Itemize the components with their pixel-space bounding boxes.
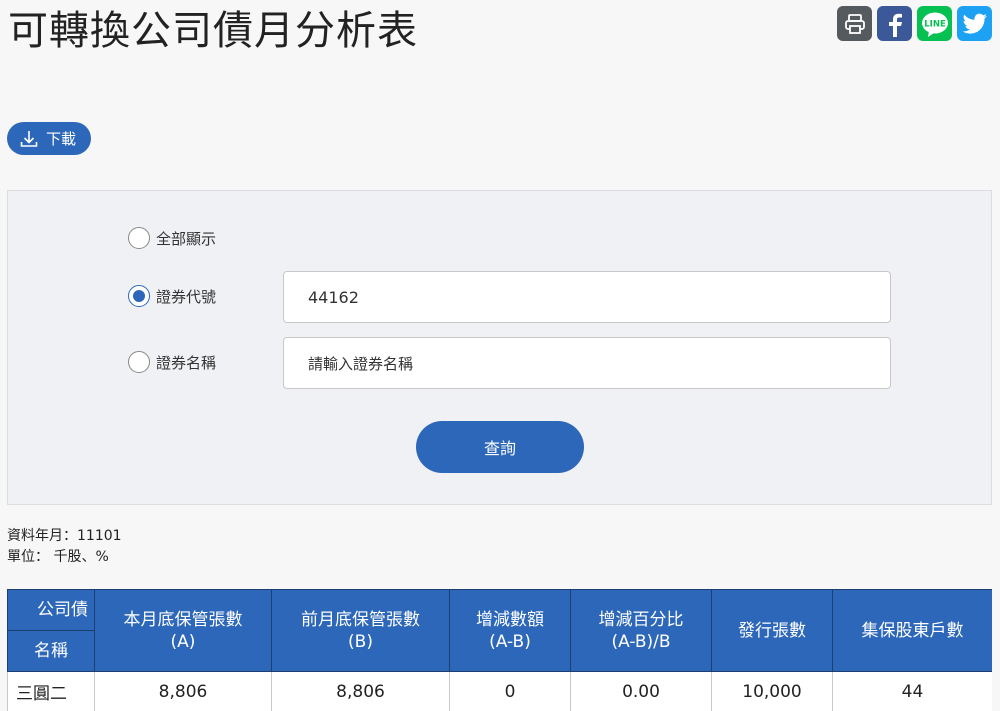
security-code-input[interactable] — [283, 271, 891, 323]
cell-holders: 44 — [832, 671, 992, 711]
facebook-icon — [888, 13, 902, 37]
radio-label: 證券名稱 — [156, 353, 217, 372]
header-previous-holdings: 前月底保管張數 (B) — [271, 589, 450, 672]
twitter-icon — [962, 13, 987, 34]
printer-icon — [844, 13, 865, 34]
header-name: 名稱 — [7, 630, 95, 672]
cell-previous: 8,806 — [271, 671, 450, 711]
radio-security-code[interactable]: 證券代號 — [128, 285, 216, 307]
cell-name: 三圓二 — [7, 671, 95, 711]
data-period: 資料年月：11101 — [7, 528, 122, 544]
line-share-button[interactable]: LINE — [917, 6, 952, 41]
header-bond-group: 公司債 — [7, 589, 95, 631]
download-icon — [20, 130, 38, 147]
radio-button[interactable] — [128, 227, 150, 249]
header-holder-accounts: 集保股東戶數 — [832, 589, 992, 672]
header-change-amount: 增減數額 (A-B) — [449, 589, 571, 672]
cell-issued: 10,000 — [711, 671, 833, 711]
radio-label: 全部顯示 — [156, 229, 217, 248]
radio-label: 證券代號 — [156, 287, 217, 306]
print-button[interactable] — [837, 6, 872, 41]
radio-button-selected[interactable] — [128, 285, 150, 307]
download-button[interactable]: 下載 — [7, 122, 91, 155]
svg-text:LINE: LINE — [924, 19, 946, 29]
security-name-input[interactable] — [283, 337, 891, 389]
header-issued-units: 發行張數 — [711, 589, 833, 672]
query-panel: 全部顯示 證券代號 證券名稱 查詢 — [7, 190, 992, 505]
cell-change: 0 — [449, 671, 571, 711]
share-bar: LINE — [837, 6, 992, 41]
cell-current: 8,806 — [94, 671, 272, 711]
facebook-share-button[interactable] — [877, 6, 912, 41]
download-label: 下載 — [46, 130, 77, 148]
table-row: 三圓二 8,806 8,806 0 0.00 10,000 44 — [7, 671, 992, 711]
radio-button[interactable] — [128, 351, 150, 373]
radio-show-all[interactable]: 全部顯示 — [128, 227, 216, 249]
bond-table: 公司債 本月底保管張數 (A) 前月底保管張數 (B) 增減數額 (A-B) 增減百分… — [7, 589, 992, 711]
header-change-percent: 增減百分比 (A-B)/B — [570, 589, 712, 672]
header-current-holdings: 本月底保管張數 (A) — [94, 589, 272, 672]
twitter-share-button[interactable] — [957, 6, 992, 41]
cell-change-pct: 0.00 — [570, 671, 712, 711]
radio-security-name[interactable]: 證券名稱 — [128, 351, 216, 373]
line-icon: LINE — [921, 12, 948, 37]
page-title: 可轉換公司債月分析表 — [8, 8, 418, 54]
query-button[interactable]: 查詢 — [416, 421, 584, 473]
data-unit: 單位： 千股、% — [7, 549, 109, 565]
